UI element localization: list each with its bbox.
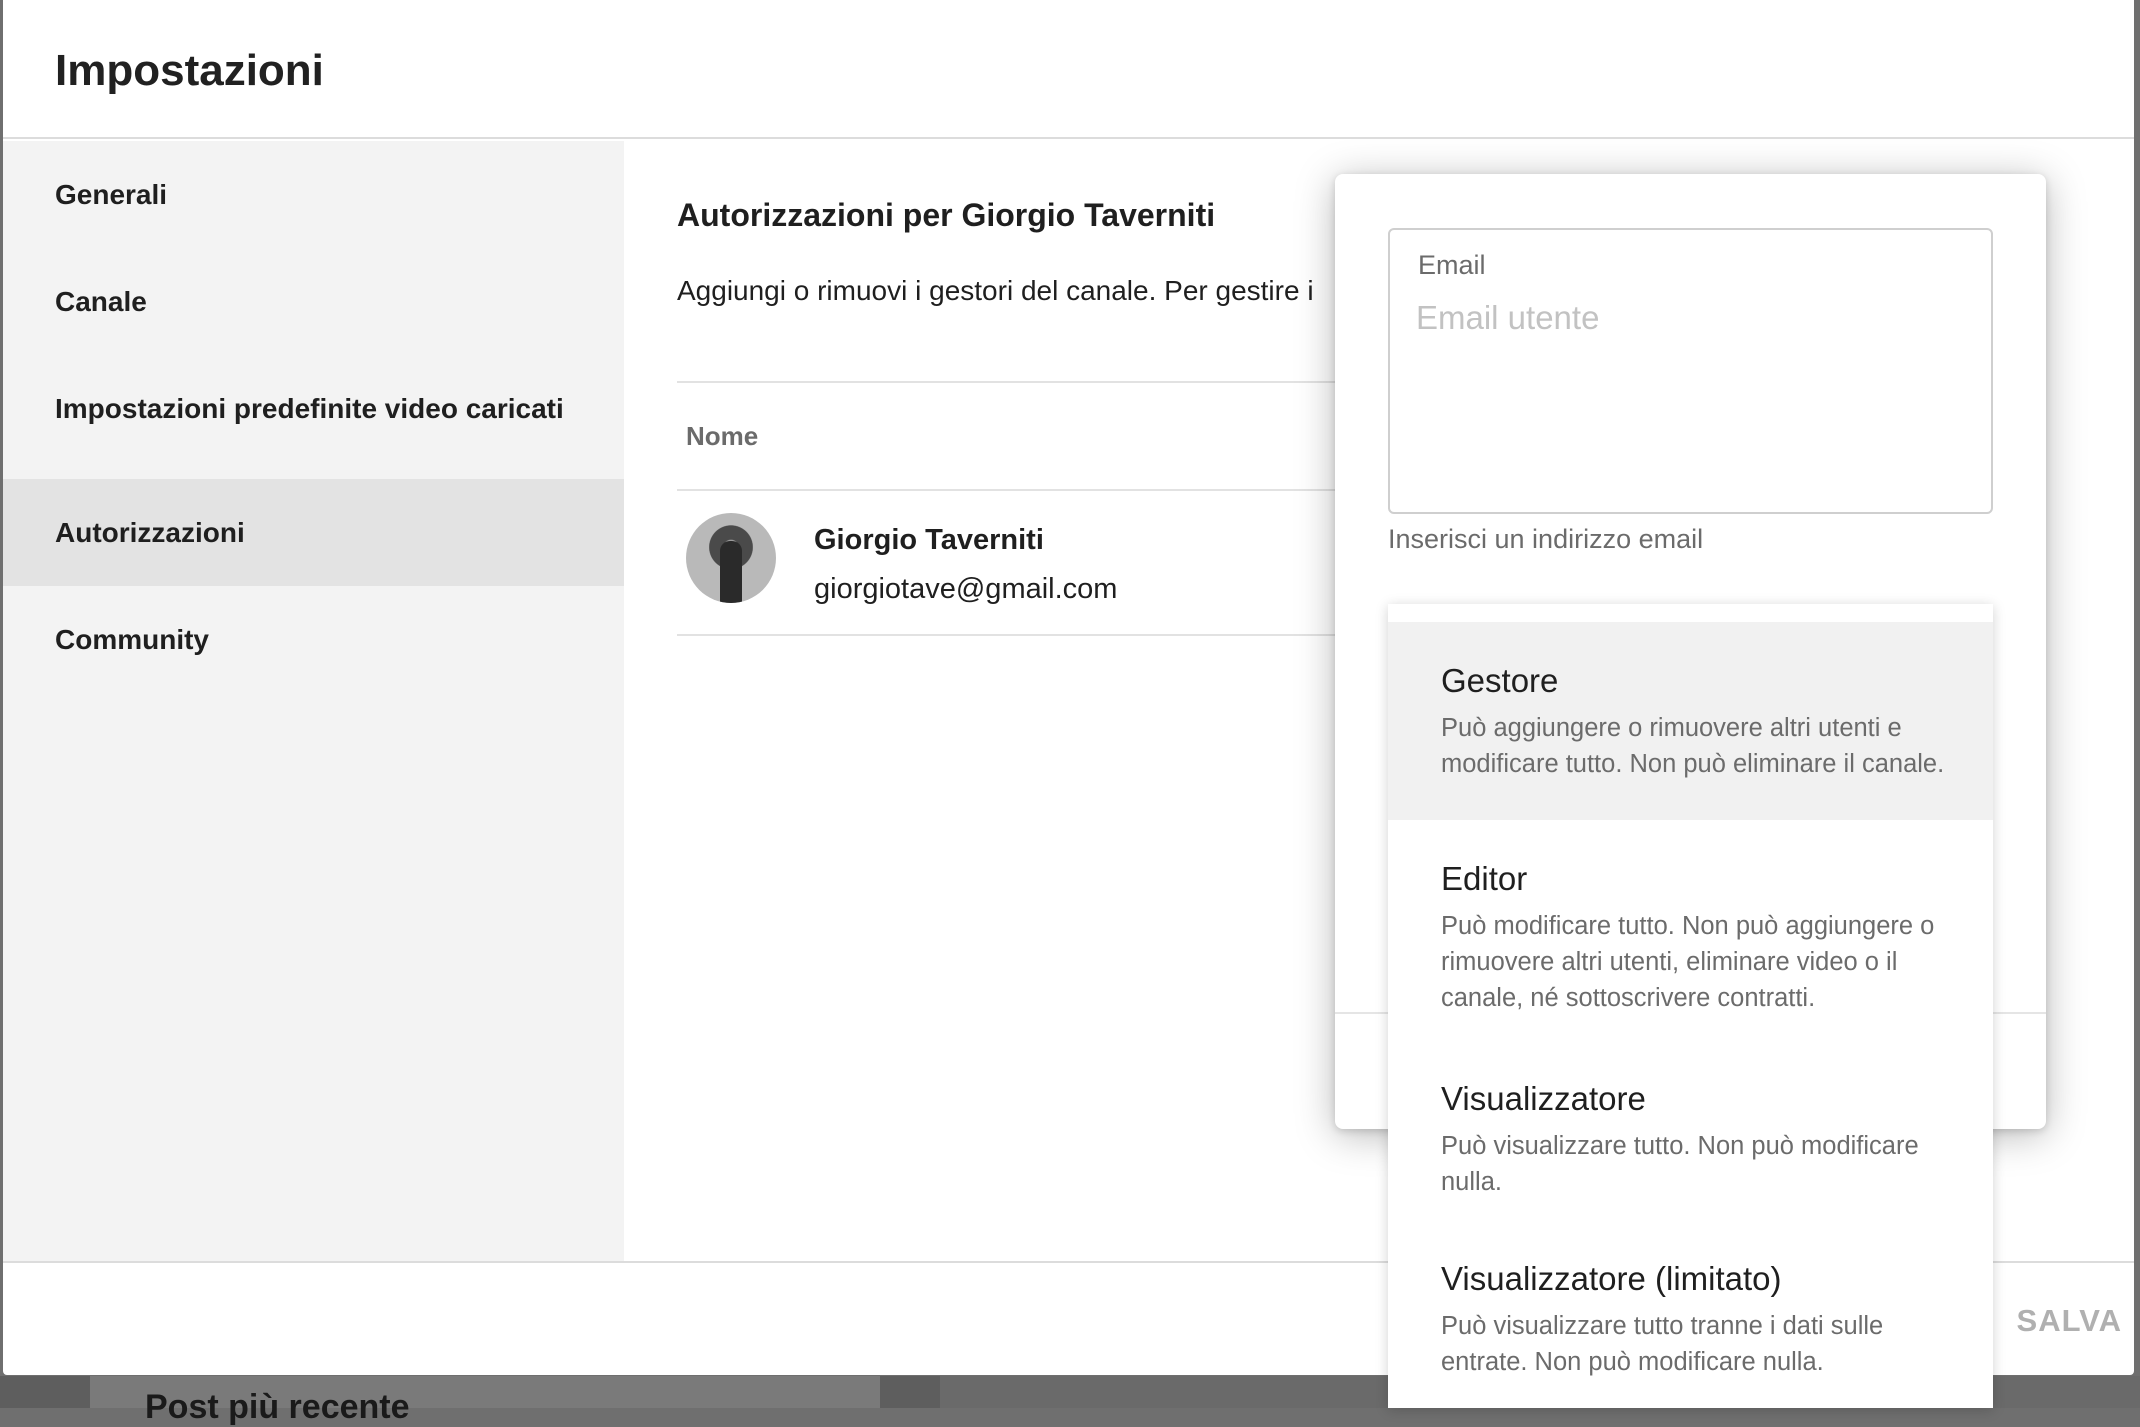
role-option-visualizzatore[interactable]: Visualizzatore Può visualizzare tutto. N… xyxy=(1388,1050,1993,1230)
role-option-editor[interactable]: Editor Può modificare tutto. Non può agg… xyxy=(1388,820,1993,1050)
email-field-container[interactable]: Email xyxy=(1388,228,1993,514)
sidebar-item-autorizzazioni[interactable]: Autorizzazioni xyxy=(3,479,624,586)
role-description: Può aggiungere o rimuovere altri utenti … xyxy=(1441,714,1945,778)
sidebar-item-generali[interactable]: Generali xyxy=(3,141,624,248)
sidebar-item-community[interactable]: Community xyxy=(3,586,624,693)
role-description: Può visualizzare tutto. Non può modifica… xyxy=(1441,1132,1919,1196)
sidebar-item-upload-defaults[interactable]: Impostazioni predefinite video caricati xyxy=(3,355,624,462)
role-option-gestore[interactable]: Gestore Può aggiungere o rimuovere altri… xyxy=(1388,622,1993,820)
role-name: Gestore xyxy=(1441,662,1559,699)
role-option-visualizzatore-limitato[interactable]: Visualizzatore (limitato) Può visualizza… xyxy=(1388,1230,1993,1408)
email-input[interactable] xyxy=(1416,296,1956,340)
avatar xyxy=(686,513,776,603)
dialog-title: Impostazioni xyxy=(55,46,324,95)
user-email: giorgiotave@gmail.com xyxy=(814,573,1118,605)
role-name: Editor xyxy=(1441,860,1528,897)
dialog-header: Impostazioni xyxy=(3,0,2134,139)
email-help-text: Inserisci un indirizzo email xyxy=(1388,524,1704,554)
role-description: Può visualizzare tutto tranne i dati sul… xyxy=(1441,1312,1884,1376)
user-name: Giorgio Taverniti xyxy=(814,524,1044,556)
permissions-title: Autorizzazioni per Giorgio Taverniti xyxy=(677,197,1216,233)
permissions-description: Aggiungi o rimuovi i gestori del canale.… xyxy=(677,275,1314,306)
role-dropdown-menu: Gestore Può aggiungere o rimuovere altri… xyxy=(1388,604,1993,1408)
role-description: Può modificare tutto. Non può aggiungere… xyxy=(1441,912,1935,1012)
settings-sidebar: Generali Canale Impostazioni predefinite… xyxy=(3,141,624,1261)
column-header-name: Nome xyxy=(686,421,759,451)
email-label: Email xyxy=(1418,250,1486,280)
sidebar-item-canale[interactable]: Canale xyxy=(3,248,624,355)
role-name: Visualizzatore xyxy=(1441,1080,1646,1117)
role-name: Visualizzatore (limitato) xyxy=(1441,1260,1782,1297)
save-button[interactable]: SALVA xyxy=(2017,1303,2122,1339)
